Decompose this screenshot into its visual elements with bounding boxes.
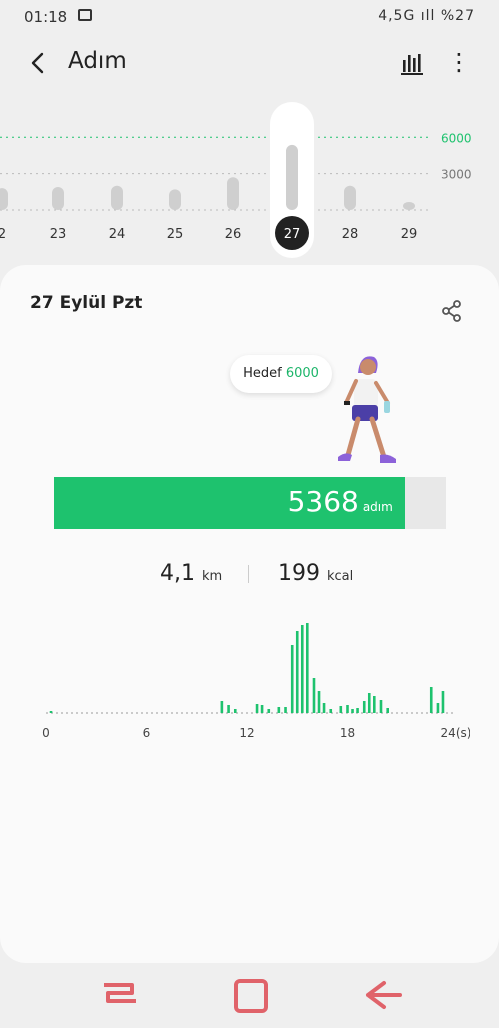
day-bar[interactable] (0, 188, 8, 210)
hourly-bar (339, 706, 343, 713)
status-time: 01:18 (24, 8, 68, 26)
hourly-bar (300, 625, 304, 713)
activity-stats: 4,1 km 199 kcal (0, 561, 499, 591)
hourly-bar (277, 707, 281, 713)
day-label[interactable]: 27 (284, 227, 301, 242)
hourly-bar (356, 708, 359, 713)
goal-axis-label: 6000 (441, 131, 472, 145)
step-count-value: 5368 (287, 485, 359, 518)
share-icon[interactable] (438, 297, 466, 325)
day-bar[interactable] (344, 185, 356, 210)
hourly-bar (373, 696, 376, 713)
hourly-bar (367, 693, 371, 713)
hourly-bar (267, 709, 271, 713)
weekly-step-chart[interactable]: 6000 3000 2 23 24 25 26 27 28 29 (0, 100, 499, 260)
hourly-bar (429, 687, 433, 713)
image-notification-icon (78, 9, 92, 21)
status-indicators: 4,5G ıll %27 (378, 8, 475, 24)
hourly-bar (329, 709, 333, 713)
hourly-bar (312, 678, 316, 713)
step-progress-bar: 5368 adım (54, 477, 446, 529)
day-label[interactable]: 23 (50, 227, 67, 242)
back-icon[interactable] (24, 48, 54, 78)
day-label[interactable]: 2 (0, 227, 6, 242)
hourly-bar (49, 711, 53, 713)
distance-value: 4,1 (160, 561, 195, 586)
hourly-bar (295, 631, 299, 713)
page-title: Adım (68, 48, 127, 74)
recent-apps-button[interactable] (90, 971, 150, 1019)
day-detail-card: 27 Eylül Pzt Hedef 6000 5368 adım 4,1 km… (0, 265, 499, 963)
home-button[interactable] (222, 971, 282, 1019)
hourly-bar (284, 707, 287, 713)
hourly-bar (260, 705, 264, 713)
hour-tick-label: 18 (340, 726, 355, 740)
hour-tick-label: 6 (143, 726, 151, 740)
day-bar[interactable] (286, 144, 298, 210)
day-bar[interactable] (403, 202, 415, 210)
system-navigation-bar (0, 963, 499, 1024)
day-bar[interactable] (169, 189, 181, 210)
day-label[interactable]: 25 (167, 227, 184, 242)
step-progress-fill: 5368 adım (54, 477, 405, 529)
step-count-unit: adım (362, 500, 393, 514)
hourly-bar (317, 691, 321, 713)
hour-tick-label: 0 (42, 726, 50, 740)
app-bar: Adım ⋮ (0, 34, 499, 94)
step-count: 5368 adım (288, 485, 393, 518)
hourly-bar (306, 623, 309, 713)
calories-value: 199 (278, 561, 320, 586)
back-button[interactable] (352, 971, 412, 1019)
hourly-bar (346, 705, 349, 713)
mid-axis-label: 3000 (441, 168, 472, 182)
calories-stat: 199 kcal (278, 561, 353, 586)
calories-unit: kcal (327, 569, 354, 584)
walking-person-illustration (330, 351, 410, 477)
hourly-bar (322, 703, 326, 713)
stats-divider (248, 565, 249, 583)
hourly-bar (290, 645, 294, 713)
hourly-bar (362, 701, 366, 713)
selected-date: 27 Eylül Pzt (30, 293, 143, 313)
day-label[interactable]: 29 (401, 227, 418, 242)
goal-bubble: Hedef 6000 (230, 355, 332, 393)
goal-value: 6000 (285, 366, 319, 381)
day-bar[interactable] (111, 185, 123, 210)
goal-label: Hedef (243, 366, 282, 381)
hour-tick-label: 12 (239, 726, 254, 740)
bar-chart-icon[interactable] (398, 50, 426, 78)
hourly-bar (255, 704, 259, 713)
day-label[interactable]: 24 (109, 227, 126, 242)
day-label[interactable]: 28 (342, 227, 359, 242)
day-label[interactable]: 26 (225, 227, 242, 242)
hourly-bar (227, 705, 230, 713)
hour-tick-label: 24(s) (441, 726, 470, 740)
distance-stat: 4,1 km (160, 561, 222, 586)
hourly-bar (351, 709, 354, 713)
hourly-bar (436, 703, 440, 713)
distance-unit: km (202, 569, 223, 584)
hourly-bar (441, 691, 445, 713)
day-bar[interactable] (227, 177, 239, 210)
day-bar[interactable] (52, 186, 64, 210)
hourly-bar (386, 708, 389, 713)
status-bar: 01:18 4,5G ıll %27 (0, 0, 499, 34)
hourly-step-chart: 0 6 12 18 24(s) (30, 615, 471, 745)
hourly-bar (233, 709, 237, 713)
hourly-bar (220, 701, 224, 713)
more-options-icon[interactable]: ⋮ (446, 48, 472, 78)
hourly-bar (379, 700, 383, 713)
